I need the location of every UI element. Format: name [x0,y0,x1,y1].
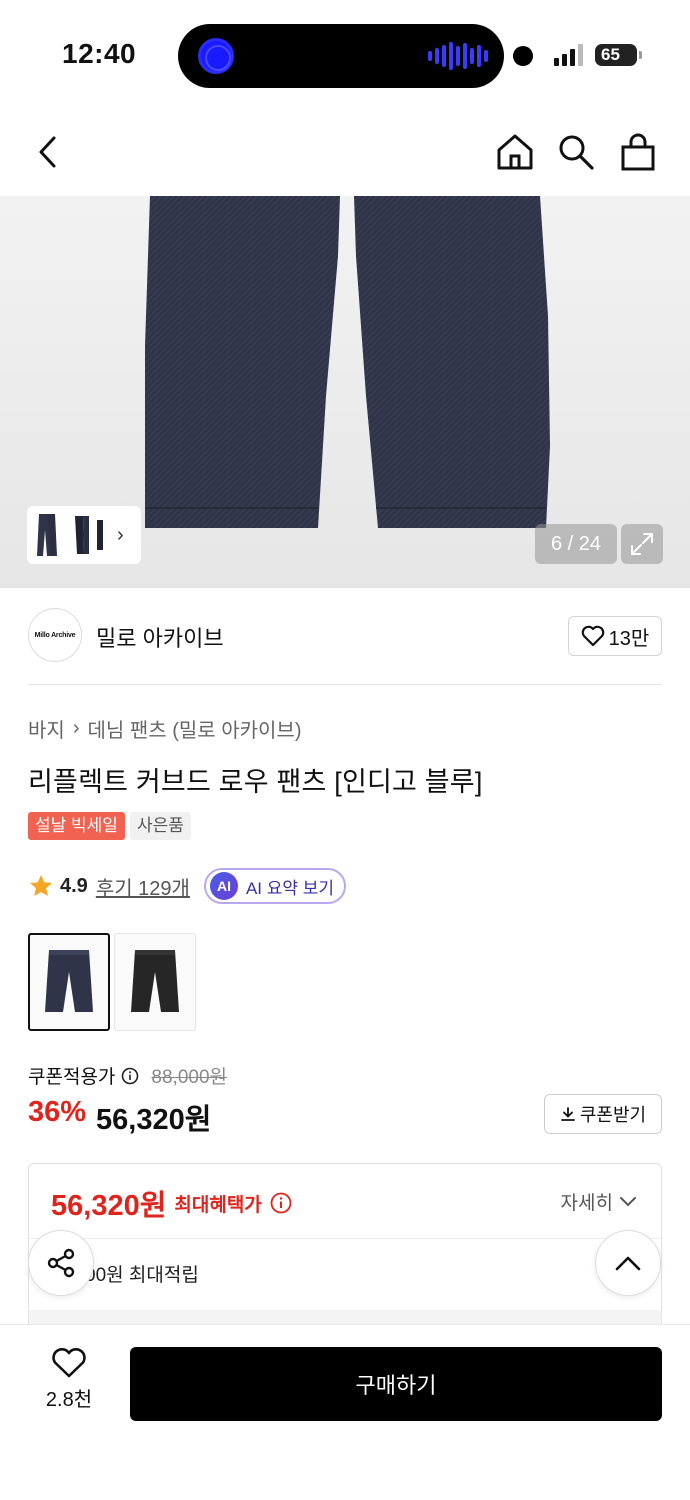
get-coupon-label: 쿠폰받기 [579,1105,647,1125]
breadcrumb-category[interactable]: 바지 [28,714,65,743]
brand-like-button[interactable]: 13만 [568,616,662,656]
sale-badge: 설날 빅세일 [28,812,125,840]
wishlist-count: 2.8천 [45,1389,93,1411]
original-price: 88,000원 [151,1067,227,1088]
price-row: 36% 56,320원 [28,1096,211,1138]
breadcrumb-subcategory[interactable]: 데님 팬츠 (밀로 아카이브) [87,714,301,743]
breadcrumb: 바지 › 데님 팬츠 (밀로 아카이브) [28,714,301,743]
brand-name[interactable]: 밀로 아카이브 [96,621,224,653]
expand-button[interactable] [621,524,663,564]
badge-list: 설날 빅세일 사은품 [28,812,191,840]
ai-summary-button[interactable]: AI AI 요약 보기 [203,868,347,904]
divider [29,1238,661,1239]
share-button[interactable] [28,1230,94,1296]
signal-icon [554,44,583,66]
ai-summary-label: AI 요약 보기 [245,878,335,898]
info-icon[interactable] [121,1067,139,1085]
bottom-bar: 2.8천 구매하기 [0,1324,690,1500]
benefit-head: 56,320원 최대혜택가 [51,1182,292,1224]
brand-logo[interactable]: Millo Archive [28,608,82,662]
heart-icon [581,625,604,647]
search-icon [559,135,594,170]
chevron-down-icon [620,1196,636,1206]
benefit-detail-label: 자세히 [560,1193,613,1214]
rating-score: 4.9 [60,874,88,897]
thumbnail-strip[interactable]: › [27,506,141,564]
brand-like-count: 13만 [608,627,650,650]
benefit-detail-button[interactable]: 자세히 [561,1188,637,1215]
max-benefit-box: 56,320원 최대혜택가 자세히 00원 최대적립 [28,1163,662,1333]
divider [28,684,662,685]
image-counter: 6 / 24 [535,524,617,564]
ai-icon: AI [209,872,238,900]
final-price: 56,320원 [96,1104,212,1136]
max-benefit-amount: 56,320원 [51,1190,167,1222]
shopping-bag-icon [621,133,655,171]
home-button[interactable] [491,128,539,176]
price-label-row: 쿠폰적용가 88,000원 [28,1062,227,1089]
chevron-left-icon [39,136,56,168]
download-icon [560,1107,575,1121]
scroll-top-button[interactable] [595,1230,661,1296]
cart-button[interactable] [614,128,662,176]
rating-row: 4.9 후기 129개 AI AI 요약 보기 [28,868,347,904]
indigo-pants-thumbnail [45,950,93,1012]
screen-record-icon [198,38,234,74]
camera-dot-icon [513,46,533,66]
home-icon [497,134,533,170]
wishlist-button[interactable]: 2.8천 [30,1347,108,1425]
info-icon[interactable] [270,1192,292,1214]
max-benefit-label: 최대혜택가 [174,1194,262,1216]
color-option-black[interactable] [114,933,196,1031]
max-points-text: 00원 최대적립 [85,1265,199,1286]
thumbnail-image [37,514,103,556]
chevron-right-icon: › [117,523,124,546]
gift-badge: 사은품 [129,812,191,840]
heart-icon [52,1348,86,1378]
discount-rate: 36% [28,1096,87,1128]
star-icon [30,875,52,896]
top-nav [0,110,690,196]
dynamic-island [178,24,504,88]
review-link[interactable]: 후기 129개 [96,872,190,901]
color-option-indigo[interactable] [28,933,110,1031]
audio-wave-icon [428,42,488,70]
product-title: 리플렉트 커브드 로우 팬츠 [인디고 블루] [28,767,483,797]
black-pants-thumbnail [131,950,179,1012]
search-button[interactable] [552,128,600,176]
color-options [28,933,196,1031]
back-button[interactable] [24,128,72,176]
coupon-price-label: 쿠폰적용가 [28,1067,116,1088]
share-icon [47,1248,75,1278]
chevron-up-icon [615,1256,641,1271]
get-coupon-button[interactable]: 쿠폰받기 [544,1094,662,1134]
status-time: 12:40 [62,38,137,69]
buy-button[interactable]: 구매하기 [130,1347,662,1421]
battery-icon: 65 [595,44,642,66]
status-bar: 12:40 65 [0,0,690,110]
chevron-right-icon: › [72,717,80,739]
expand-icon [631,533,653,555]
